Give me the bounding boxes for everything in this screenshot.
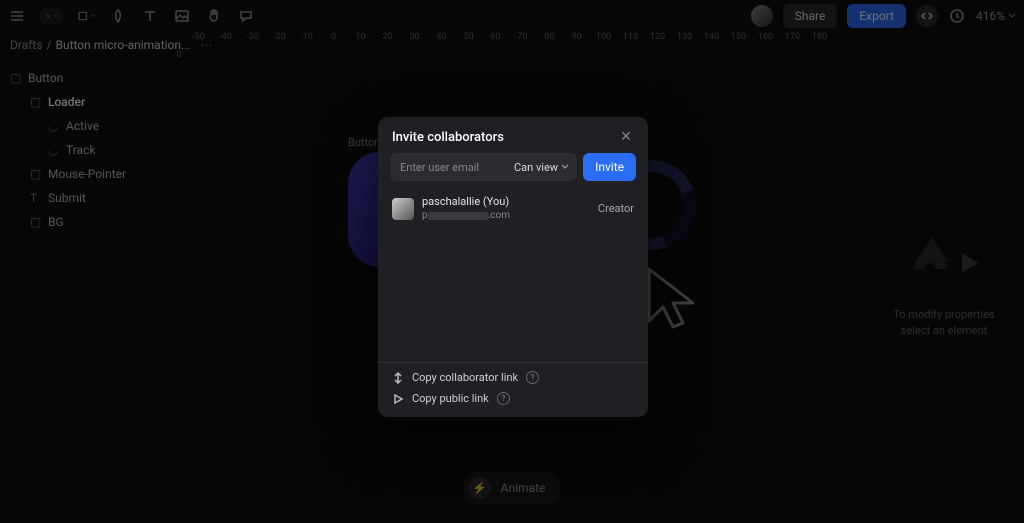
collaborator-role: Creator (598, 202, 634, 215)
copy-collab-link[interactable]: Copy collaborator link ? (392, 371, 634, 384)
permission-dropdown[interactable]: Can view (514, 161, 569, 174)
invite-button[interactable]: Invite (583, 153, 636, 181)
collaborator-name: paschalallie (You) (422, 195, 510, 209)
email-input[interactable]: Enter user email (400, 161, 479, 174)
collaborator-avatar (392, 198, 414, 220)
help-icon[interactable]: ? (526, 371, 539, 384)
modal-title: Invite collaborators (392, 130, 504, 145)
collaborator-row: paschalallie (You) p.com Creator (378, 191, 648, 232)
close-icon[interactable]: ✕ (618, 129, 634, 145)
collaborator-email: p.com (422, 209, 510, 222)
email-input-container: Enter user email Can view (390, 153, 577, 181)
help-icon[interactable]: ? (497, 392, 510, 405)
copy-public-link[interactable]: Copy public link ? (392, 392, 634, 405)
invite-modal: Invite collaborators ✕ Enter user email … (378, 117, 648, 417)
